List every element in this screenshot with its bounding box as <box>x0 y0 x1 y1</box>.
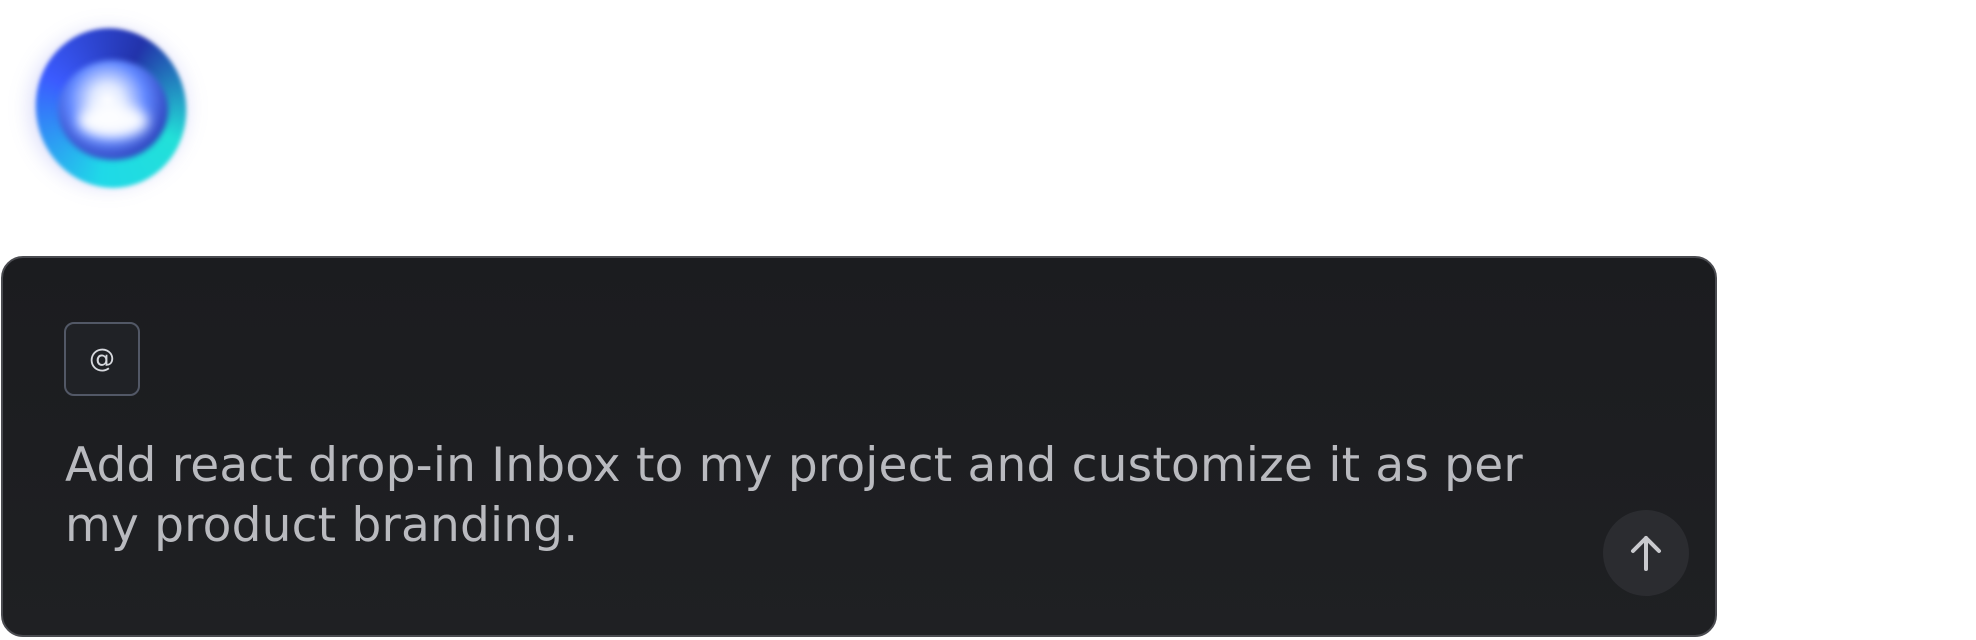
arrow-up-icon <box>1631 536 1661 571</box>
prompt-card: @ Add react drop-in Inbox to my project … <box>1 256 1717 637</box>
glowing-orb-icon <box>18 14 201 202</box>
mention-button[interactable]: @ <box>64 322 140 396</box>
stage: @ Add react drop-in Inbox to my project … <box>0 0 1976 640</box>
send-button[interactable] <box>1603 510 1689 596</box>
orb-highlight <box>78 104 148 138</box>
at-sign-icon: @ <box>89 344 115 374</box>
prompt-input[interactable]: Add react drop-in Inbox to my project an… <box>65 436 1605 556</box>
